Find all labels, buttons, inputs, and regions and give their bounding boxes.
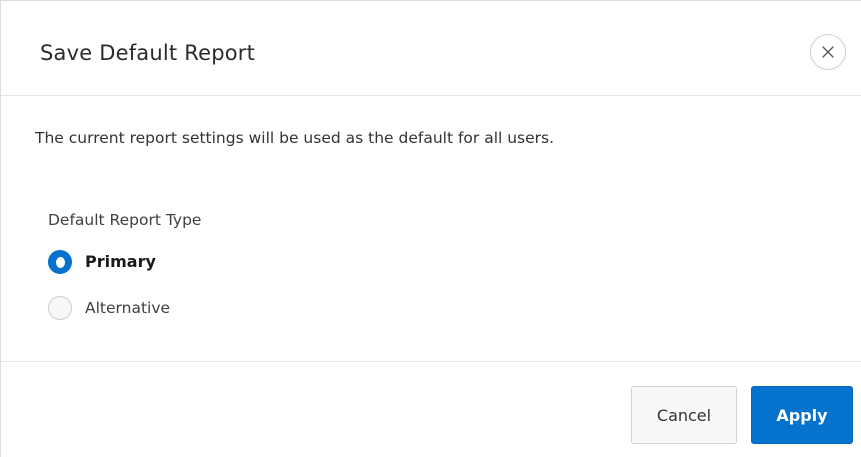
radio-unchecked-icon[interactable] [48, 296, 72, 320]
radio-primary[interactable]: Primary [48, 249, 156, 275]
cancel-button[interactable]: Cancel [631, 386, 737, 444]
apply-button[interactable]: Apply [751, 386, 853, 444]
radio-alternative[interactable]: Alternative [48, 295, 170, 321]
radio-primary-label: Primary [85, 252, 156, 271]
dialog-message: The current report settings will be used… [35, 129, 555, 147]
dialog-body: The current report settings will be used… [1, 96, 861, 361]
dialog-footer: Cancel Apply [1, 361, 861, 457]
close-button[interactable] [810, 34, 846, 70]
close-icon [822, 46, 834, 58]
radio-checked-icon[interactable] [48, 250, 72, 274]
dialog-header: Save Default Report [1, 1, 861, 96]
dialog-title: Save Default Report [40, 41, 256, 65]
save-default-report-dialog: Save Default Report The current report s… [0, 0, 861, 457]
radio-alternative-label: Alternative [85, 299, 171, 317]
report-type-label: Default Report Type [48, 211, 202, 229]
